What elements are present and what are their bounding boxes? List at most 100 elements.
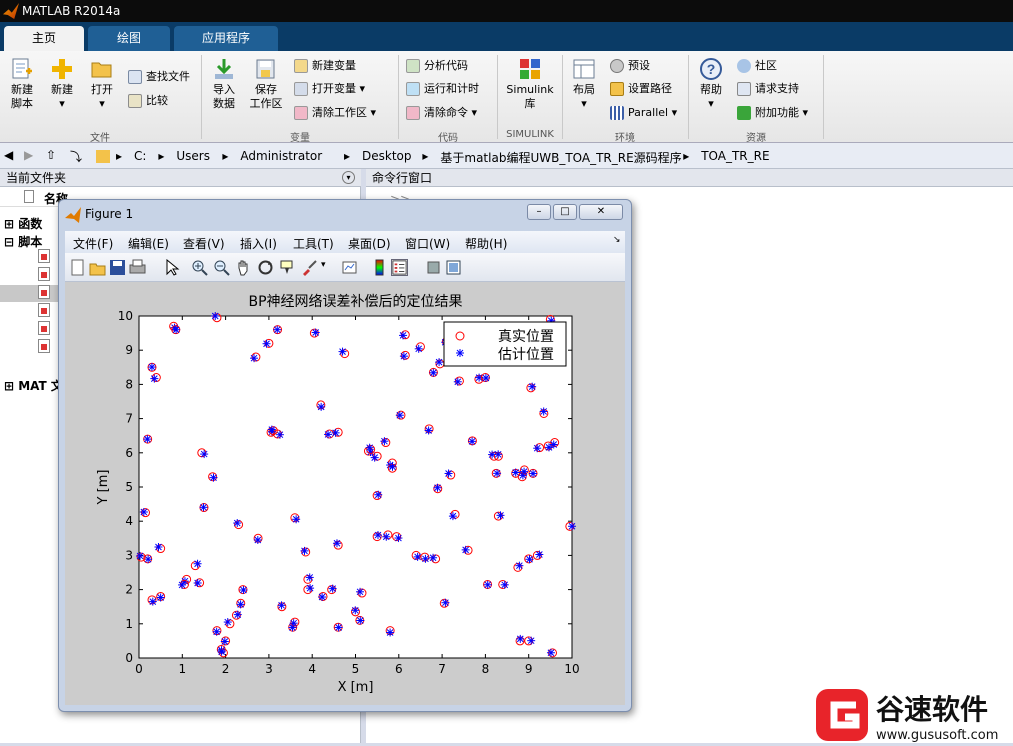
zoom-out-icon[interactable] xyxy=(213,259,230,276)
clear-workspace-button[interactable]: 清除工作区 ▾ xyxy=(294,103,376,123)
chevron-down-icon[interactable]: ▾ xyxy=(321,260,326,270)
breadcrumb-item[interactable]: TOA_TR_RE xyxy=(701,149,769,163)
new-variable-button[interactable]: 新建变量 xyxy=(294,56,356,76)
show-plot-tools-icon[interactable] xyxy=(445,259,462,276)
pointer-icon[interactable] xyxy=(163,259,180,276)
preferences-button[interactable]: 预设 xyxy=(610,56,650,76)
zoom-in-icon[interactable] xyxy=(191,259,208,276)
script-file-icon[interactable] xyxy=(38,267,50,281)
panel-menu-icon[interactable]: ▾ xyxy=(342,171,355,184)
y-tick-label: 1 xyxy=(125,617,133,631)
compare-button[interactable]: 比较 xyxy=(128,91,168,111)
breadcrumb-separator[interactable]: ▸ xyxy=(344,149,350,163)
link-plot-icon[interactable] xyxy=(341,259,358,276)
script-file-icon[interactable] xyxy=(38,303,50,317)
clear-commands-button[interactable]: 清除命令 ▾ xyxy=(406,103,477,123)
dock-arrow-icon[interactable]: ↘ xyxy=(613,235,621,245)
breadcrumb-item[interactable]: Administrator xyxy=(240,149,322,163)
run-and-time-button[interactable]: 运行和计时 xyxy=(406,79,479,99)
print-icon[interactable] xyxy=(129,259,146,276)
figure-window: Figure 1 – □ ✕ 文件(F) 编辑(E) 查看(V) 插入(I) 工… xyxy=(58,199,632,712)
layout-button[interactable]: 布局 ▾ xyxy=(566,57,602,111)
tree-node-mat-files[interactable]: ⊞ MAT 文 xyxy=(4,377,63,394)
plus-icon xyxy=(52,59,72,79)
import-data-button[interactable]: 导入 数据 xyxy=(206,57,242,111)
breadcrumb-separator[interactable]: ▸ xyxy=(222,149,228,163)
analyze-code-label: 分析代码 xyxy=(424,59,468,72)
minimize-button[interactable]: – xyxy=(527,204,551,220)
help-button[interactable]: ? 帮助 ▾ xyxy=(694,57,728,111)
addons-button[interactable]: 附加功能 ▾ xyxy=(737,103,808,123)
new-button[interactable]: 新建 ▾ xyxy=(46,57,78,111)
menu-window[interactable]: 窗口(W) xyxy=(405,235,450,252)
menu-insert[interactable]: 插入(I) xyxy=(240,235,277,252)
estimated-position-marker xyxy=(539,407,548,416)
tree-node-functions[interactable]: ⊞ 函数 xyxy=(4,215,42,232)
save-figure-icon[interactable] xyxy=(109,259,126,276)
estimated-position-marker xyxy=(193,559,202,568)
breadcrumb-item[interactable]: C: xyxy=(134,149,146,163)
simulink-library-label: Simulink 库 xyxy=(506,83,554,110)
breadcrumb-item[interactable]: 基于matlab编程UWB_TOA_TR_RE源码程序 xyxy=(440,149,681,166)
up-folder-icon[interactable]: ⇧ xyxy=(46,148,62,164)
close-button[interactable]: ✕ xyxy=(579,204,623,220)
x-tick-label: 8 xyxy=(482,662,490,676)
simulink-library-button[interactable]: Simulink 库 xyxy=(502,57,558,111)
estimated-position-marker xyxy=(311,328,320,337)
maximize-button[interactable]: □ xyxy=(553,204,577,220)
parallel-button[interactable]: Parallel ▾ xyxy=(610,103,677,123)
chart-title: BP神经网络误差补偿后的定位结果 xyxy=(248,294,462,310)
request-support-button[interactable]: 请求支持 xyxy=(737,79,799,99)
new-script-button[interactable]: 新建 脚本 xyxy=(4,57,40,111)
menu-tools[interactable]: 工具(T) xyxy=(293,235,334,252)
y-tick-label: 7 xyxy=(125,412,133,426)
browse-folder-icon[interactable]: ⤵ xyxy=(70,148,86,164)
menu-view[interactable]: 查看(V) xyxy=(183,235,225,252)
analyze-code-button[interactable]: 分析代码 xyxy=(406,56,468,76)
script-file-icon[interactable] xyxy=(38,249,50,263)
menu-edit[interactable]: 编辑(E) xyxy=(128,235,169,252)
data-cursor-icon[interactable] xyxy=(279,259,296,276)
legend-toggle-icon[interactable] xyxy=(391,259,408,276)
y-axis-label: Y [m] xyxy=(96,470,111,506)
breadcrumb-separator[interactable]: ▸ xyxy=(422,149,428,163)
tree-node-scripts[interactable]: ⊟ 脚本 xyxy=(4,233,42,250)
x-tick-label: 6 xyxy=(395,662,403,676)
estimated-position-marker xyxy=(380,437,389,446)
find-files-button[interactable]: 查找文件 xyxy=(128,67,190,87)
breadcrumb-separator[interactable]: ▸ xyxy=(116,149,122,163)
tab-plots[interactable]: 绘图 xyxy=(88,26,170,51)
tab-home[interactable]: 主页 xyxy=(4,26,84,51)
breadcrumb-separator[interactable]: ▸ xyxy=(683,149,689,163)
new-figure-icon[interactable] xyxy=(69,259,86,276)
pan-hand-icon[interactable] xyxy=(235,259,252,276)
script-file-icon[interactable] xyxy=(38,285,50,299)
back-arrow-icon[interactable]: ◀ xyxy=(4,148,20,164)
brush-icon[interactable] xyxy=(301,259,318,276)
open-file-icon[interactable] xyxy=(89,259,106,276)
save-workspace-label: 保存 工作区 xyxy=(249,83,283,110)
breadcrumb-item[interactable]: Desktop xyxy=(362,149,412,163)
save-workspace-button[interactable]: 保存 工作区 xyxy=(246,57,286,111)
hide-plot-tools-icon[interactable] xyxy=(425,259,442,276)
open-button[interactable]: 打开 ▾ xyxy=(86,57,118,111)
open-variable-button[interactable]: 打开变量 ▾ xyxy=(294,79,365,99)
tab-apps[interactable]: 应用程序 xyxy=(174,26,278,51)
menu-file[interactable]: 文件(F) xyxy=(73,235,113,252)
rotate-3d-icon[interactable] xyxy=(257,259,274,276)
breadcrumb-item[interactable]: Users xyxy=(176,149,210,163)
colorbar-icon[interactable] xyxy=(371,259,388,276)
estimated-position-marker xyxy=(338,347,347,356)
menu-desktop[interactable]: 桌面(D) xyxy=(348,235,391,252)
estimated-position-marker xyxy=(147,363,156,372)
estimated-position-marker xyxy=(317,402,326,411)
breadcrumb-separator[interactable]: ▸ xyxy=(158,149,164,163)
community-button[interactable]: 社区 xyxy=(737,56,777,76)
script-file-icon[interactable] xyxy=(38,339,50,353)
forward-arrow-icon[interactable]: ▶ xyxy=(24,148,40,164)
script-file-icon[interactable] xyxy=(38,321,50,335)
estimated-position-marker xyxy=(334,623,343,632)
set-path-button[interactable]: 设置路径 xyxy=(610,79,672,99)
menu-help[interactable]: 帮助(H) xyxy=(465,235,507,252)
estimated-position-marker xyxy=(209,473,218,482)
